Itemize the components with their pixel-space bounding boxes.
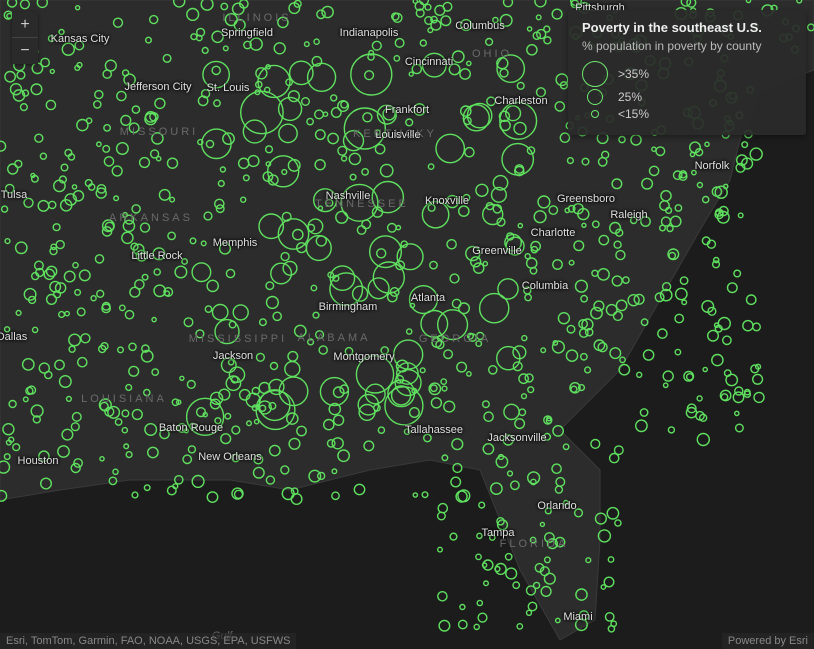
city-label: Kansas City [51,33,110,45]
legend-swatch-small [591,110,599,118]
city-label: Tulsa [1,189,28,201]
legend-subtitle: % population in poverty by county [582,39,792,53]
zoom-out-button[interactable]: − [12,38,38,64]
legend-title: Poverty in the southeast U.S. [582,20,792,35]
city-label: Jackson [213,350,253,362]
map-canvas[interactable]: PittsburghColumbusIndianapolisSpringfiel… [0,0,814,649]
city-label: St. Louis [207,82,250,94]
city-label: Tampa [481,527,514,539]
city-label: Jacksonville [487,432,546,444]
city-label: Birmingham [319,301,378,313]
state-label: ARKANSAS [109,212,193,224]
state-label: FLORIDA [500,538,569,550]
legend-label: <15% [618,107,649,121]
powered-by-text: Powered by Esri [722,633,814,649]
city-label: Springfield [221,27,273,39]
state-label: ILLINOIS [222,12,291,24]
legend-swatch-med [587,89,603,105]
city-label: Frankfort [385,104,429,116]
legend-row: >35% [582,61,792,87]
city-label: New Orleans [198,451,262,463]
attribution-text: Esri, TomTom, Garmin, FAO, NOAA, USGS, E… [0,633,296,649]
city-label: Nashville [326,190,371,202]
city-label: Atlanta [411,292,445,304]
state-label: TENNESSEE [315,198,409,210]
city-label: Dallas [0,331,27,343]
city-label: Orlando [537,500,576,512]
city-label: Montgomery [333,351,394,363]
zoom-in-button[interactable]: + [12,12,38,38]
city-label: Charlotte [531,227,576,239]
city-label: Miami [563,611,592,623]
city-label: Charleston [494,95,547,107]
legend-label: >35% [618,67,649,81]
state-label: OHIO [472,48,512,60]
city-label: Knoxville [425,195,469,207]
state-label: ALABAMA [298,332,371,344]
city-label: Louisville [375,129,420,141]
city-label: Cincinnati [405,56,453,68]
state-label: KENTUCKY [353,128,437,140]
city-label: Columbus [455,20,505,32]
zoom-control: + − [12,12,38,64]
city-label: Greenville [472,245,522,257]
city-label: Baton Rouge [159,422,223,434]
state-label: MISSOURI [120,126,198,138]
city-label: Raleigh [610,209,647,221]
legend-row: <15% [582,107,792,121]
state-label: MISSISSIPPI [189,333,287,345]
legend-swatch-large [582,61,608,87]
city-label: Columbia [522,280,568,292]
city-label: Memphis [213,237,258,249]
city-label: Little Rock [131,250,182,262]
city-label: Houston [18,455,59,467]
city-label: Tallahassee [405,424,463,436]
city-label: Indianapolis [340,27,399,39]
city-label: Jefferson City [124,81,191,93]
city-label: Norfolk [695,160,730,172]
legend-label: 25% [618,90,642,104]
legend-row: 25% [582,89,792,105]
city-label: Greensboro [557,193,615,205]
state-label: LOUISIANA [81,393,167,405]
legend-panel: Poverty in the southeast U.S. % populati… [568,10,806,135]
state-label: GEORGIA [419,333,491,345]
